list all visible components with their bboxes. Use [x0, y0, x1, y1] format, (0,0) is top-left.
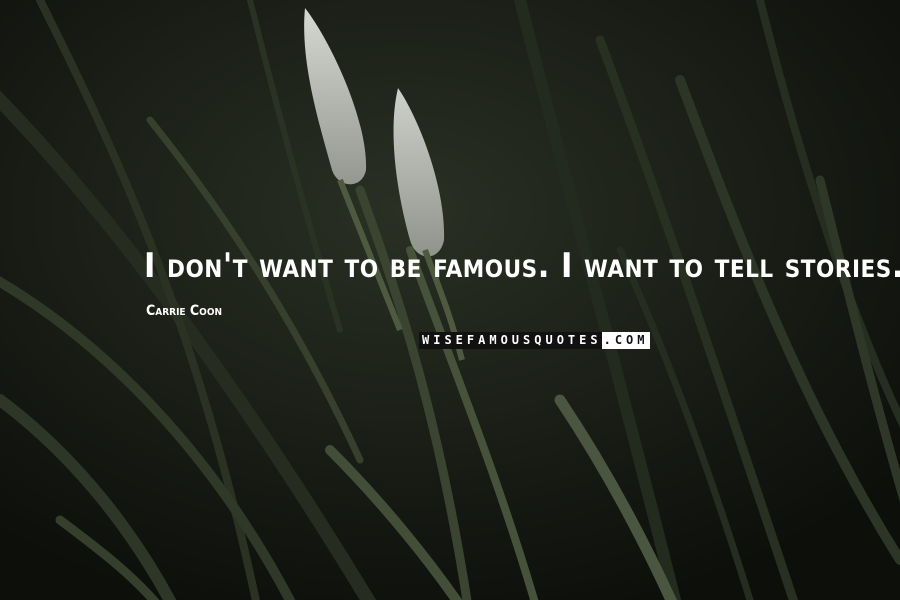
watermark-dark-part: WISEFAMOUSQUOTES	[419, 332, 602, 349]
grass-background-image	[0, 0, 900, 600]
quote-image: I don't want to be famous. I want to tel…	[0, 0, 900, 600]
quote-author: Carrie Coon	[146, 303, 223, 319]
quote-text: I don't want to be famous. I want to tel…	[144, 246, 900, 286]
site-watermark: WISEFAMOUSQUOTES .COM	[419, 332, 650, 349]
watermark-light-part: .COM	[601, 332, 650, 349]
